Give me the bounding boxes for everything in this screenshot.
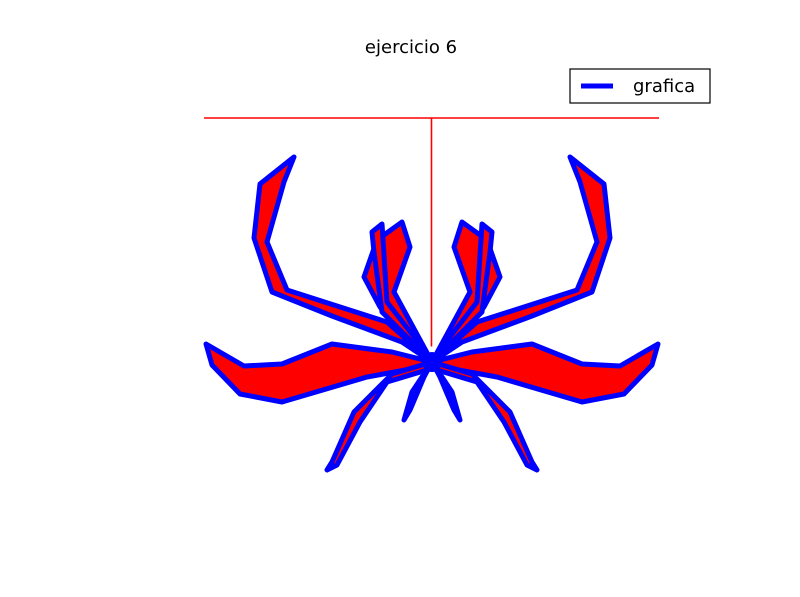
- legend: grafica: [569, 68, 711, 104]
- legend-label-grafica: grafica: [633, 76, 695, 97]
- chart-title: ejercicio 6: [365, 37, 457, 58]
- chart-canvas: ejercicio 6 grafica: [203, 37, 711, 473]
- star-center: [422, 352, 442, 372]
